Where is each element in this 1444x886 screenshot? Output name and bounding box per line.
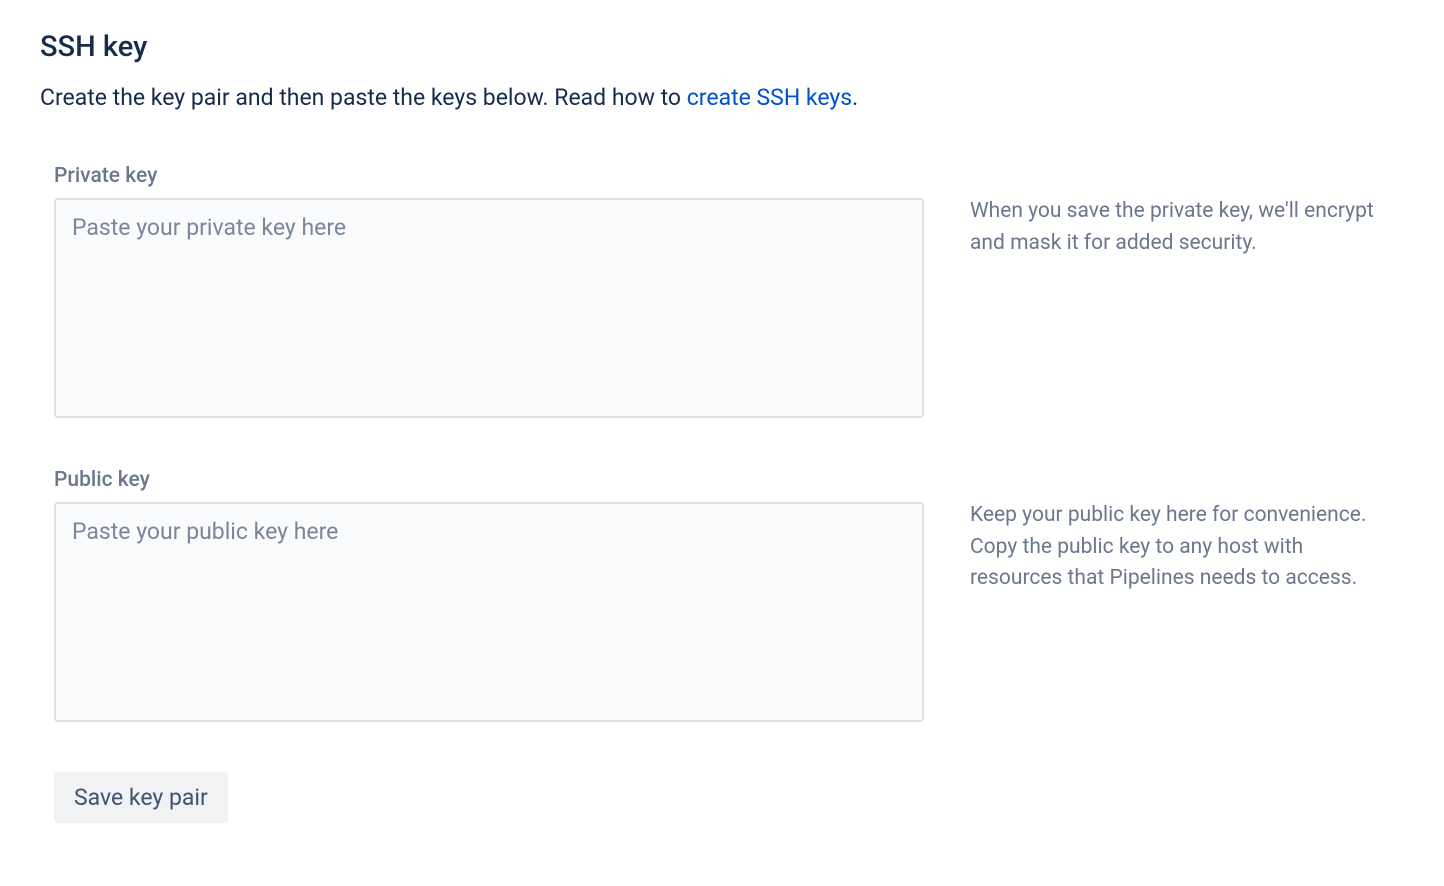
- description-text-prefix: Create the key pair and then paste the k…: [40, 84, 687, 111]
- public-key-textarea[interactable]: [54, 502, 924, 722]
- description-text-suffix: .: [852, 84, 858, 111]
- private-key-label: Private key: [54, 164, 924, 188]
- public-key-group: Public key Keep your public key here for…: [40, 468, 1404, 722]
- public-key-label: Public key: [54, 468, 924, 492]
- page-description: Create the key pair and then paste the k…: [40, 82, 1404, 114]
- create-ssh-keys-link[interactable]: create SSH keys: [687, 84, 852, 111]
- save-key-pair-button[interactable]: Save key pair: [54, 772, 228, 823]
- private-key-field-column: Private key: [54, 164, 924, 418]
- public-key-help: Keep your public key here for convenienc…: [924, 468, 1374, 595]
- public-key-field-column: Public key: [54, 468, 924, 722]
- private-key-help: When you save the private key, we'll enc…: [924, 164, 1374, 259]
- page-title: SSH key: [40, 30, 1404, 64]
- private-key-group: Private key When you save the private ke…: [40, 164, 1404, 418]
- button-row: Save key pair: [40, 772, 1404, 823]
- private-key-textarea[interactable]: [54, 198, 924, 418]
